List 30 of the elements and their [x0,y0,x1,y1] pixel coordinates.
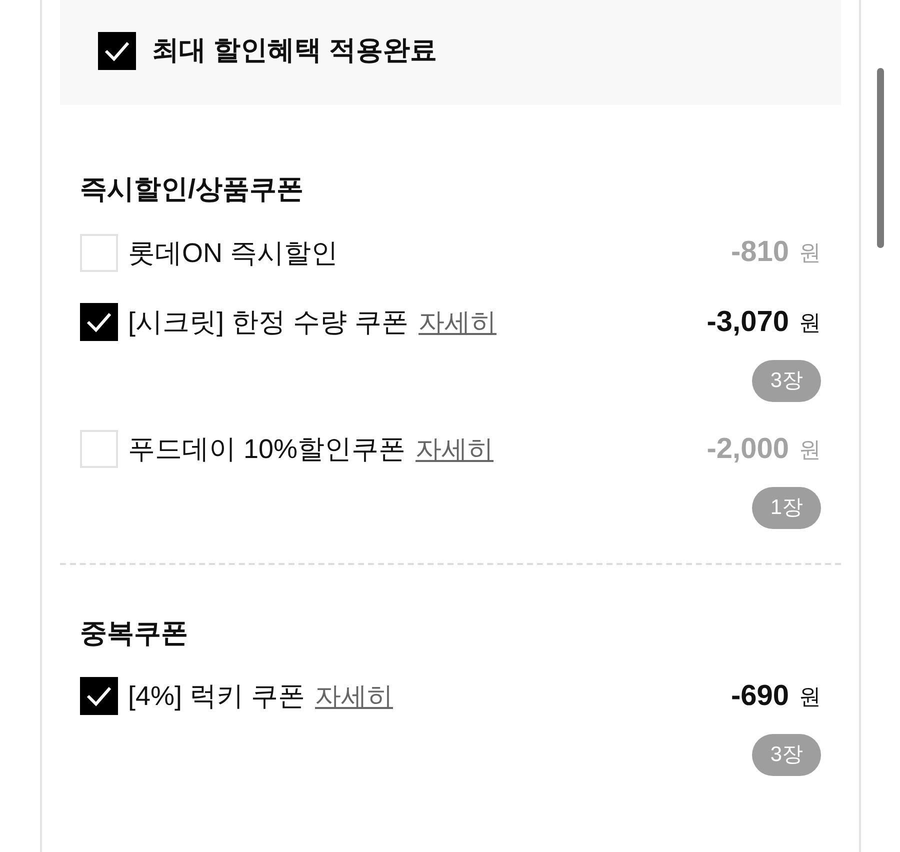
check-icon [86,311,112,334]
checkbox[interactable] [80,430,118,468]
section-title: 중복쿠폰 [80,616,189,650]
section-title: 즉시할인/상품쿠폰 [80,173,305,206]
discount-amount: -690 [730,678,789,714]
coupon-label: 롯데ON 즉시할인 [128,236,338,270]
coupon-label: 푸드데이 10%할인쿠폰 [128,433,406,466]
coupon-label: [시크릿] 한정 수량 쿠폰 [128,306,409,339]
discount-amount: -810 [730,235,789,270]
header-label: 최대 할인혜택 적용완료 [152,34,438,68]
discount-amount: -2,000 [706,432,789,466]
currency-unit: 원 [799,308,821,337]
checkbox[interactable] [80,677,118,716]
checkbox[interactable] [98,32,136,70]
currency-unit: 원 [799,436,821,464]
check-icon [86,685,112,708]
check-icon [104,40,130,62]
coupon-count-badge: 1장 [752,487,821,528]
checkbox[interactable] [80,234,118,272]
checkbox[interactable] [80,303,118,342]
scrollbar-thumb[interactable] [877,68,884,248]
details-link[interactable]: 자세히 [418,302,497,342]
coupon-count-badge: 3장 [752,360,821,402]
details-link[interactable]: 자세히 [315,676,394,716]
currency-unit: 원 [799,682,821,711]
details-link[interactable]: 자세히 [416,430,494,469]
discount-amount: -3,070 [706,304,789,340]
coupon-count-badge: 3장 [752,734,821,776]
coupon-label: [4%] 럭키 쿠폰 [128,680,306,713]
currency-unit: 원 [799,239,821,268]
